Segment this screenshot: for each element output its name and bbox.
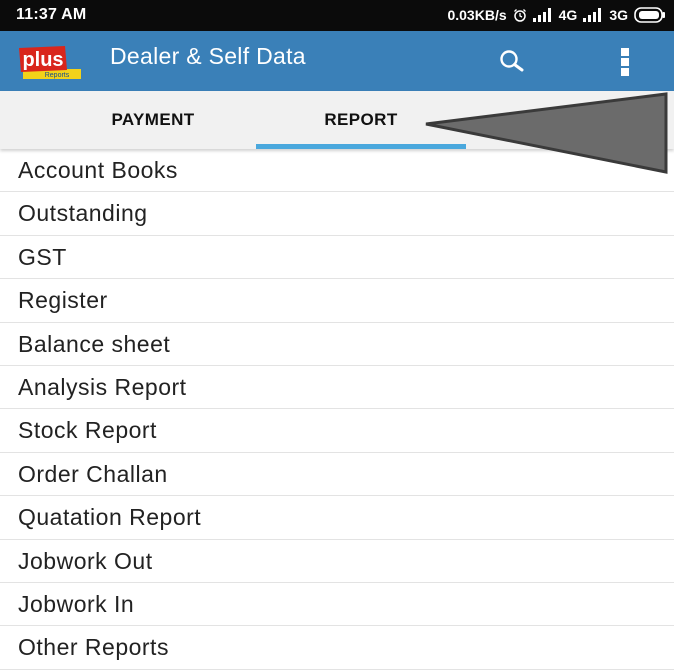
network-type-1: 4G [558, 7, 578, 23]
menu-item-jobwork-in[interactable]: Jobwork In [0, 583, 674, 627]
search-button[interactable] [497, 47, 527, 77]
tab-payment[interactable]: PAYMENT [48, 91, 258, 149]
menu-item-analysis-report[interactable]: Analysis Report [0, 366, 674, 410]
menu-item-other-reports[interactable]: Other Reports [0, 626, 674, 670]
menu-item-balance-sheet[interactable]: Balance sheet [0, 323, 674, 366]
menu-item-gst[interactable]: GST [0, 236, 674, 280]
network-speed: 0.03KB/s [447, 7, 507, 23]
tab-report[interactable]: REPORT [256, 91, 466, 149]
menu-item-order-challan[interactable]: Order Challan [0, 453, 674, 497]
menu-item-stock-report[interactable]: Stock Report [0, 409, 674, 453]
menu-item-account-books[interactable]: Account Books [0, 149, 674, 193]
report-menu-list: Account Books Outstanding GST Register B… [0, 149, 674, 670]
signal-icon [583, 8, 603, 22]
app-bar: Reports plus Dealer & Self Data [0, 31, 674, 91]
menu-item-quatation-report[interactable]: Quatation Report [0, 496, 674, 540]
status-indicators: 0.03KB/s 4G 3G [441, 5, 666, 25]
network-type-2: 3G [609, 7, 628, 23]
svg-text:plus: plus [22, 49, 63, 71]
battery-icon [634, 7, 666, 23]
tab-bar: PAYMENT REPORT [0, 91, 674, 149]
more-vertical-icon [621, 48, 629, 76]
search-icon [500, 50, 524, 72]
status-time: 11:37 AM [16, 6, 87, 23]
alarm-icon [513, 8, 527, 22]
menu-item-register[interactable]: Register [0, 279, 674, 323]
svg-text:Reports: Reports [45, 72, 70, 79]
app-title: Dealer & Self Data [110, 43, 306, 69]
menu-item-outstanding[interactable]: Outstanding [0, 192, 674, 236]
menu-item-jobwork-out[interactable]: Jobwork Out [0, 540, 674, 583]
more-options-button[interactable] [618, 46, 632, 78]
app-logo: Reports plus [17, 44, 83, 80]
signal-icon [532, 8, 553, 22]
status-bar: 11:37 AM 0.03KB/s 4G 3G [0, 0, 674, 31]
